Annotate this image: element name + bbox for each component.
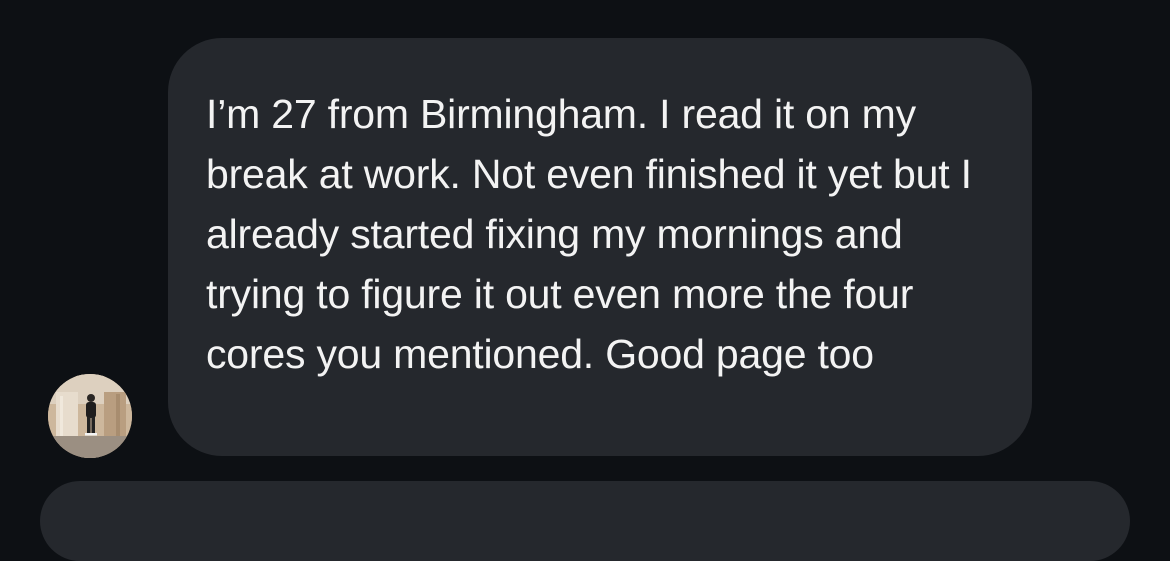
message-text: I’m 27 from Birmingham. I read it on my … (206, 91, 972, 377)
incoming-message-bubble[interactable]: I’m 27 from Birmingham. I read it on my … (168, 38, 1032, 456)
message-thread: I’m 27 from Birmingham. I read it on my … (0, 0, 1170, 561)
avatar-photo-icon (48, 374, 132, 458)
next-message-bubble[interactable] (40, 481, 1130, 561)
avatar[interactable] (48, 374, 132, 458)
